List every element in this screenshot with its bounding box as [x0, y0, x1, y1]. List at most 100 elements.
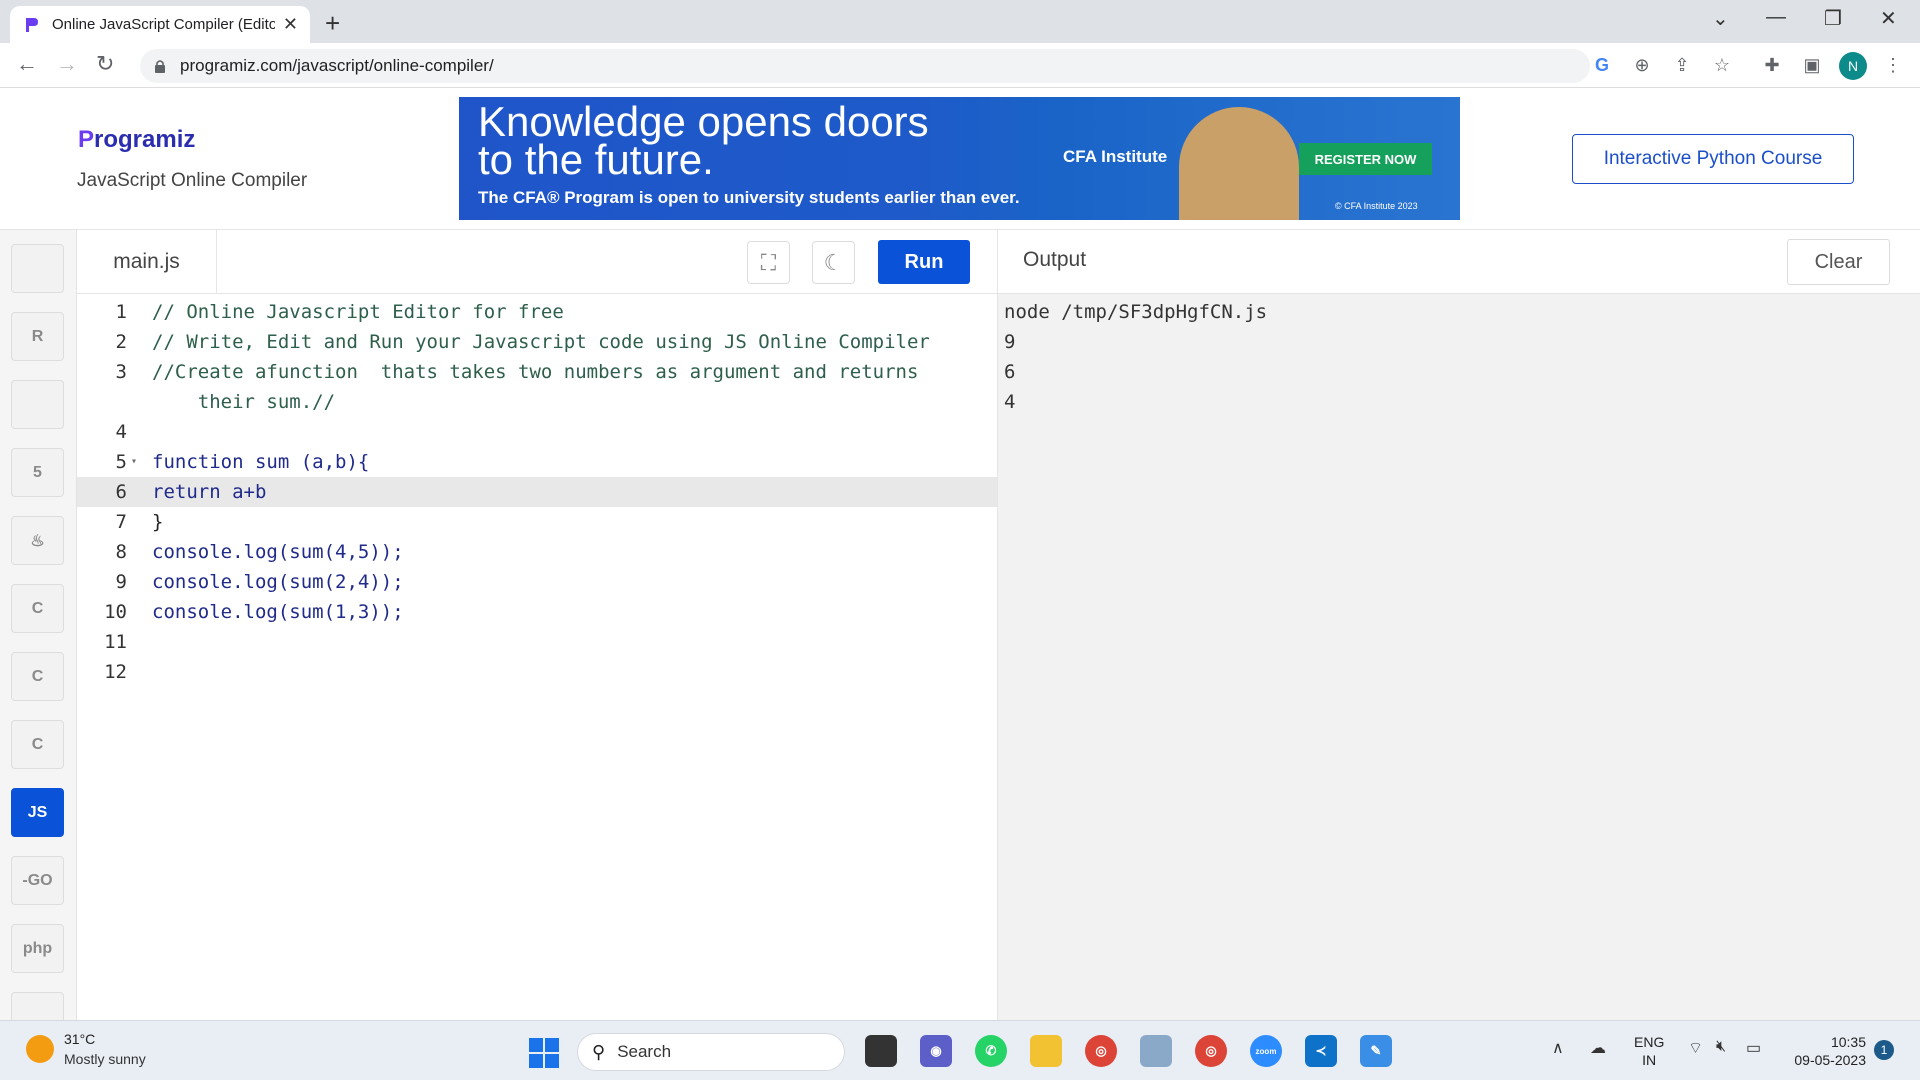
fold-arrow-icon[interactable]: ▾ [131, 447, 137, 477]
language-go-icon[interactable]: -GO [11, 856, 64, 905]
back-icon[interactable]: ← [16, 51, 38, 77]
paint-icon[interactable]: ✎ [1360, 1035, 1392, 1067]
banner-subline: The CFA® Program is open to university s… [478, 188, 1020, 207]
address-toolbar: ← → ↻ programiz.com/javascript/online-co… [0, 43, 1920, 88]
zoom-app-icon[interactable]: zoom [1250, 1035, 1282, 1067]
line-number: 6 [115, 481, 127, 503]
code-line[interactable]: 3 //Create afunction thats takes two numb… [77, 357, 997, 387]
dark-mode-moon-icon[interactable]: ☾ [812, 241, 855, 284]
tab-search-icon[interactable]: ⌄ [1712, 6, 1729, 31]
weather-condition: Mostly sunny [64, 1051, 146, 1067]
language-cpp-icon[interactable]: C [11, 652, 64, 701]
code-editor[interactable]: 1 // Online Javascript Editor for free 2 //… [77, 294, 997, 1020]
language-html-icon[interactable]: 5 [11, 448, 64, 497]
code-line[interactable]: 6 return a+b [77, 477, 997, 507]
code-text: // Online Javascript Editor for free [152, 301, 564, 323]
tray-overflow-chevron-icon[interactable]: ∧ [1552, 1038, 1564, 1058]
google-icon[interactable]: G [1590, 53, 1614, 77]
forward-icon[interactable]: → [56, 51, 78, 77]
profile-avatar[interactable]: N [1839, 52, 1867, 80]
code-line[interactable]: 11 [77, 627, 997, 657]
code-text: console.log(sum(2,4)); [152, 571, 404, 593]
language-javascript-icon[interactable]: JS [11, 788, 64, 837]
notification-badge[interactable]: 1 [1874, 1040, 1894, 1060]
code-text: function sum (a,b){ [152, 451, 370, 473]
language-csharp-icon[interactable]: C [11, 720, 64, 769]
chrome-icon[interactable]: ◎ [1085, 1035, 1117, 1067]
code-line[interactable]: 2 // Write, Edit and Run your Javascript … [77, 327, 997, 357]
output-line: 4 [1004, 391, 1016, 413]
teams-chat-icon[interactable]: ◉ [920, 1035, 952, 1067]
language-python-icon[interactable] [11, 244, 64, 293]
weather-sun-icon[interactable] [26, 1035, 54, 1063]
language-c-icon[interactable]: C [11, 584, 64, 633]
file-tab-main-js[interactable]: main.js [77, 230, 217, 294]
line-number: 10 [104, 601, 127, 623]
code-line[interactable]: their sum.// [77, 387, 997, 417]
code-text: their sum.// [152, 391, 336, 413]
minimize-icon[interactable]: — [1766, 6, 1786, 29]
code-line[interactable]: 4 [77, 417, 997, 447]
interactive-python-course-button[interactable]: Interactive Python Course [1572, 134, 1854, 184]
windows-start-icon[interactable] [529, 1038, 559, 1068]
code-line[interactable]: 8 console.log(sum(4,5)); [77, 537, 997, 567]
cfa-logo: CFA Institute [1063, 147, 1168, 166]
url-text: programiz.com/javascript/online-compiler… [180, 56, 494, 75]
code-text: console.log(sum(4,5)); [152, 541, 404, 563]
ad-banner[interactable]: Knowledge opens doors to the future. The… [459, 97, 1460, 220]
line-number: 4 [115, 421, 127, 443]
code-line[interactable]: 9 console.log(sum(2,4)); [77, 567, 997, 597]
line-number: 11 [104, 631, 127, 653]
share-icon[interactable]: ⇪ [1670, 53, 1694, 77]
extensions-icon[interactable]: ✚ [1760, 53, 1784, 77]
address-bar[interactable]: programiz.com/javascript/online-compiler… [140, 49, 1590, 83]
output-line: 9 [1004, 331, 1016, 353]
language-java-icon[interactable]: ♨ [11, 516, 64, 565]
code-line[interactable]: 1 // Online Javascript Editor for free [77, 297, 997, 327]
taskbar-search[interactable]: ⚲ Search [577, 1033, 845, 1071]
more-menu-icon[interactable]: ⋮ [1881, 53, 1905, 77]
wifi-icon[interactable]: ⌔ [1688, 1038, 1703, 1058]
run-button[interactable]: Run [878, 240, 970, 284]
language-php-icon[interactable]: php [11, 924, 64, 973]
language-r-icon[interactable]: R [11, 312, 64, 361]
file-explorer-icon[interactable] [1030, 1035, 1062, 1067]
system-clock[interactable]: 10:35 09-05-2023 [1786, 1033, 1866, 1069]
bookmark-star-icon[interactable]: ☆ [1710, 53, 1734, 77]
programiz-favicon-icon [26, 17, 38, 32]
onedrive-cloud-icon[interactable]: ☁ [1590, 1038, 1606, 1058]
programiz-logo[interactable]: Programiz [78, 126, 195, 154]
language-indicator[interactable]: ENG IN [1634, 1033, 1664, 1069]
chrome-active-icon[interactable]: ◎ [1195, 1035, 1227, 1067]
close-window-icon[interactable]: ✕ [1880, 6, 1897, 31]
vscode-icon[interactable]: ≺ [1305, 1035, 1337, 1067]
browser-tabbar: Online JavaScript Compiler (Edito ✕ + ⌄ … [0, 0, 1920, 43]
register-now-button[interactable]: REGISTER NOW [1299, 143, 1432, 175]
output-panel: node /tmp/SF3dpHgfCN.js 9 6 4 [997, 294, 1920, 1020]
line-number: 9 [115, 571, 127, 593]
reload-icon[interactable]: ↻ [96, 51, 114, 77]
battery-icon[interactable]: ▭ [1746, 1038, 1761, 1058]
clear-button[interactable]: Clear [1787, 239, 1890, 285]
output-title: Output [1023, 248, 1087, 271]
fullscreen-icon[interactable]: ⛶ [747, 241, 790, 284]
output-line: node /tmp/SF3dpHgfCN.js [1004, 301, 1268, 323]
code-line[interactable]: 12 [77, 657, 997, 687]
whatsapp-icon[interactable]: ✆ [975, 1035, 1007, 1067]
speaker-muted-icon[interactable]: 🔇︎ [1716, 1038, 1726, 1056]
restore-icon[interactable]: ❐ [1824, 6, 1842, 31]
language-sql-icon[interactable] [11, 380, 64, 429]
task-view-icon[interactable] [865, 1035, 897, 1067]
weather-temperature: 31°C [64, 1031, 96, 1047]
code-line[interactable]: 5 ▾ function sum (a,b){ [77, 447, 997, 477]
code-line[interactable]: 7} [77, 507, 997, 537]
zoom-icon[interactable]: ⊕ [1630, 53, 1654, 77]
browser-tab[interactable]: Online JavaScript Compiler (Edito ✕ [10, 6, 310, 43]
language-sidebar: R 5 ♨ C C C JS -GO php [0, 230, 77, 1041]
line-number: 1 [115, 301, 127, 323]
side-panel-icon[interactable]: ▣ [1800, 53, 1824, 77]
image-viewer-icon[interactable] [1140, 1035, 1172, 1067]
code-line[interactable]: 10 console.log(sum(1,3)); [77, 597, 997, 627]
new-tab-icon[interactable]: + [325, 8, 340, 39]
close-tab-icon[interactable]: ✕ [283, 14, 298, 35]
